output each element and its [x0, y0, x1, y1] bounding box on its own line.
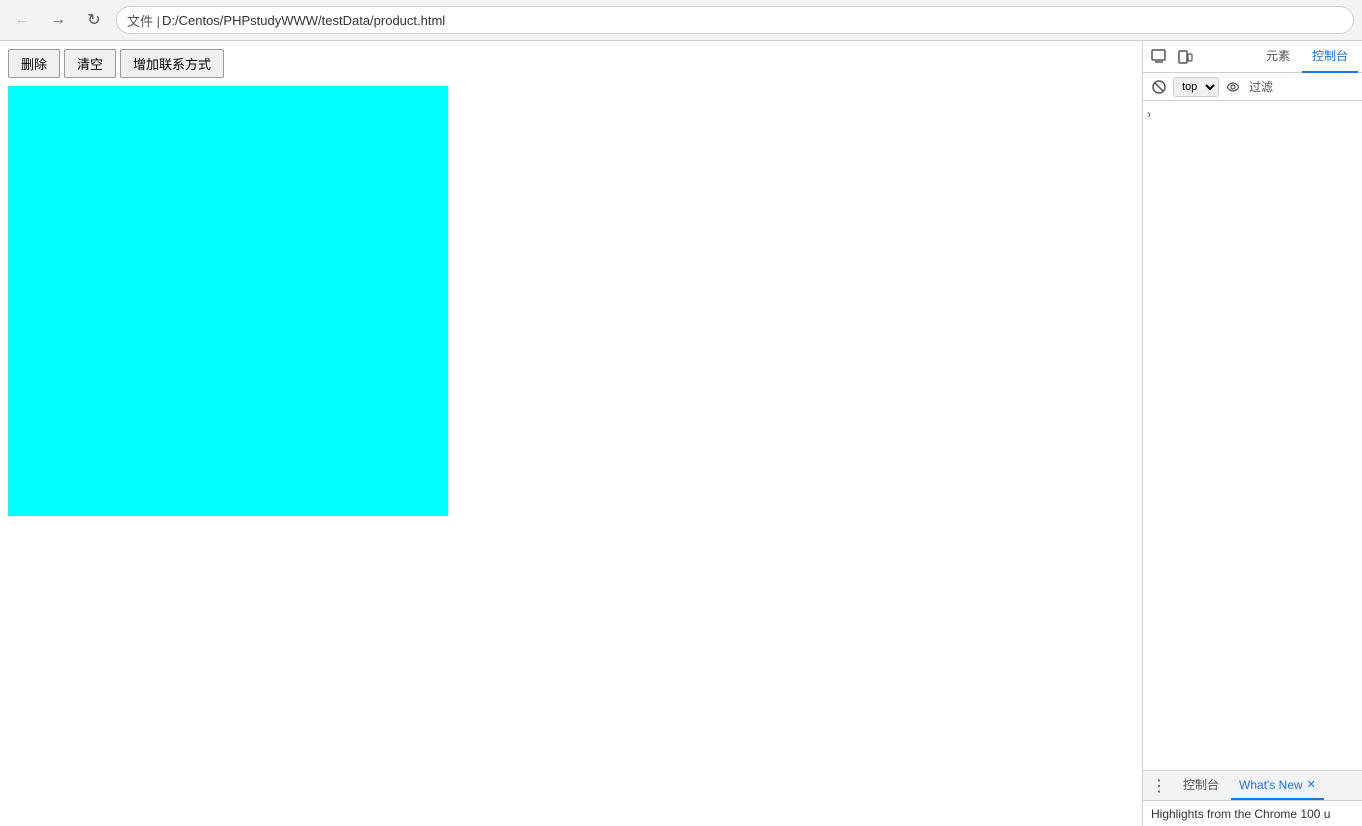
inspect-element-icon[interactable]: [1147, 45, 1171, 69]
browser-content: 删除 清空 增加联系方式 元素 控: [0, 41, 1362, 826]
address-bar[interactable]: 文件 | D:/Centos/PHPstudyWWW/testData/prod…: [116, 6, 1354, 34]
delete-button[interactable]: 删除: [8, 49, 60, 78]
devtools-console-area[interactable]: ›: [1143, 101, 1362, 770]
console-prompt[interactable]: ›: [1147, 105, 1358, 123]
filter-label: 过滤: [1249, 78, 1273, 95]
bottom-tab-console[interactable]: 控制台: [1175, 772, 1227, 800]
more-tabs-button[interactable]: ⋮: [1147, 774, 1171, 798]
browser-toolbar: ← → ↻ 文件 | D:/Centos/PHPstudyWWW/testDat…: [0, 0, 1362, 40]
clear-button[interactable]: 清空: [64, 49, 116, 78]
back-button[interactable]: ←: [8, 6, 36, 34]
clear-console-icon[interactable]: [1147, 75, 1171, 99]
eye-icon[interactable]: [1221, 75, 1245, 99]
page-buttons: 删除 清空 增加联系方式: [8, 49, 1134, 78]
page-area: 删除 清空 增加联系方式: [0, 41, 1142, 826]
bottom-tab-whats-new[interactable]: What's New ✕: [1231, 772, 1324, 800]
devtools-bottom-bar: ⋮ 控制台 What's New ✕: [1143, 770, 1362, 800]
close-whats-new-button[interactable]: ✕: [1307, 778, 1316, 791]
tab-console[interactable]: 控制台: [1302, 41, 1358, 73]
page-content: 删除 清空 增加联系方式: [0, 41, 1142, 524]
whats-new-content: Highlights from the Chrome 100 u: [1143, 800, 1362, 826]
cyan-box: [8, 86, 448, 516]
tab-elements[interactable]: 元素: [1256, 41, 1300, 73]
reload-button[interactable]: ↻: [80, 6, 108, 34]
whats-new-text: Highlights from the Chrome 100 u: [1151, 807, 1330, 821]
forward-button[interactable]: →: [44, 6, 72, 34]
address-protocol: 文件 |: [127, 11, 160, 30]
devtools-top-toolbar: 元素 控制台: [1143, 41, 1362, 73]
device-toolbar-icon[interactable]: [1173, 45, 1197, 69]
add-contact-button[interactable]: 增加联系方式: [120, 49, 224, 78]
devtools-panel: 元素 控制台 top 过滤 ›: [1142, 41, 1362, 826]
devtools-second-toolbar: top 过滤: [1143, 73, 1362, 101]
address-url: D:/Centos/PHPstudyWWW/testData/product.h…: [162, 13, 445, 28]
browser-chrome: ← → ↻ 文件 | D:/Centos/PHPstudyWWW/testDat…: [0, 0, 1362, 41]
context-select[interactable]: top: [1173, 77, 1219, 97]
